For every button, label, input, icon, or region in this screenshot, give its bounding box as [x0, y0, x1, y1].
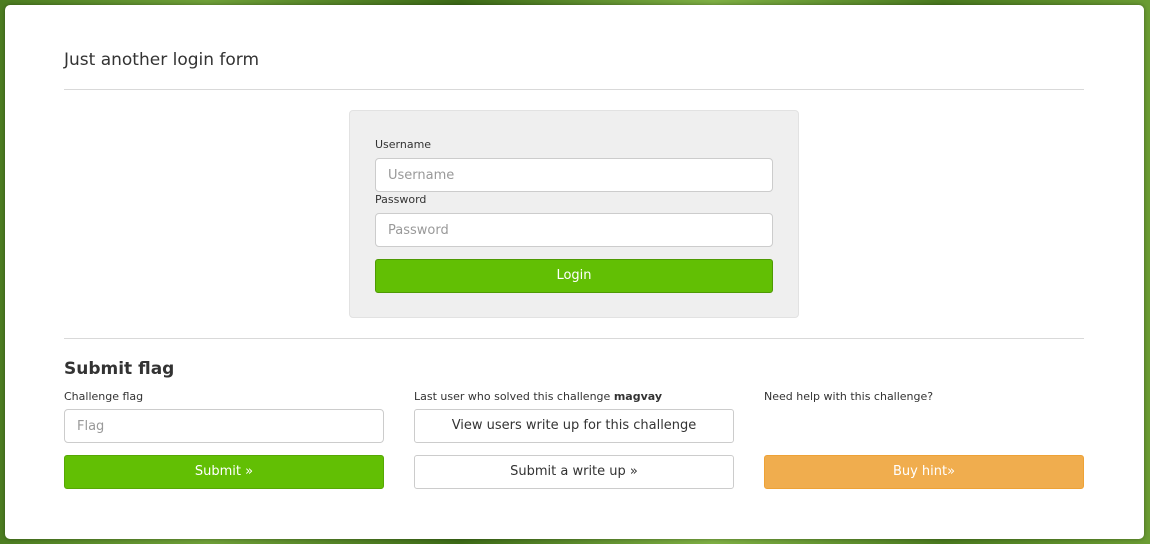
help-label: Need help with this challenge?: [764, 390, 934, 403]
view-writeups-button[interactable]: View users write up for this challenge: [414, 409, 734, 443]
submit-writeup-button[interactable]: Submit a write up »: [414, 455, 734, 489]
password-input[interactable]: [375, 213, 773, 247]
main-panel: Just another login form Username Passwor…: [5, 5, 1144, 539]
password-label: Password: [375, 193, 427, 206]
flag-input[interactable]: [64, 409, 384, 443]
username-input[interactable]: [375, 158, 773, 192]
username-label: Username: [375, 138, 432, 151]
challenge-flag-label: Challenge flag: [64, 390, 144, 403]
section-title: Submit flag: [64, 359, 175, 379]
last-solver-text: Last user who solved this challenge magv…: [414, 390, 662, 403]
last-solver-name[interactable]: magvay: [614, 390, 662, 403]
page-title: Just another login form: [64, 50, 260, 70]
last-solver-label: Last user who solved this challenge: [414, 390, 611, 403]
divider: [64, 89, 1084, 90]
login-button[interactable]: Login: [375, 259, 773, 293]
submit-flag-button[interactable]: Submit »: [64, 455, 384, 489]
login-form: Username Password Login: [349, 110, 799, 318]
buy-hint-button[interactable]: Buy hint»: [764, 455, 1084, 489]
divider: [64, 338, 1084, 339]
